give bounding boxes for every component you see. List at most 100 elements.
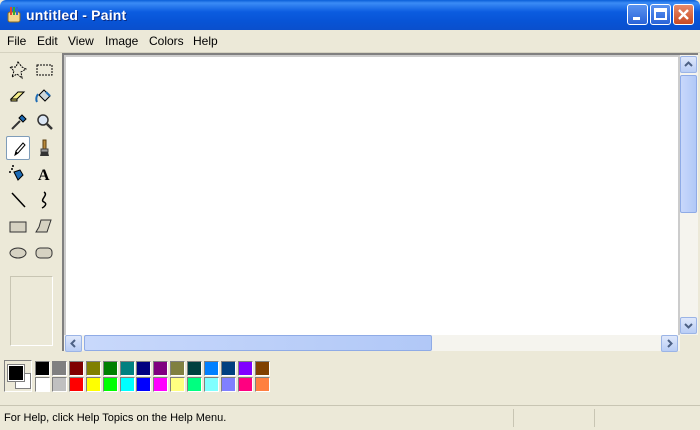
curve-icon bbox=[41, 191, 47, 209]
scroll-up-button[interactable] bbox=[680, 56, 697, 73]
magnifier-icon bbox=[37, 114, 53, 130]
scroll-down-button[interactable] bbox=[680, 317, 697, 334]
palette-swatch[interactable] bbox=[102, 377, 118, 392]
horizontal-scroll-thumb[interactable] bbox=[84, 335, 432, 351]
palette-swatch[interactable] bbox=[220, 377, 236, 392]
menu-bar: File Edit View Image Colors Help bbox=[0, 30, 700, 53]
tool-curve[interactable] bbox=[32, 188, 56, 212]
tool-polygon[interactable] bbox=[32, 214, 56, 238]
palette-swatch[interactable] bbox=[35, 361, 50, 376]
rectangle-icon bbox=[9, 221, 27, 233]
horizontal-scrollbar[interactable] bbox=[64, 335, 680, 352]
palette-swatch[interactable] bbox=[254, 361, 270, 376]
palette-swatch[interactable] bbox=[102, 361, 118, 376]
tool-line[interactable] bbox=[6, 188, 30, 212]
tool-brush[interactable] bbox=[32, 136, 56, 160]
status-pane-coordinates bbox=[513, 409, 594, 427]
palette-swatch[interactable] bbox=[204, 377, 219, 392]
menu-image[interactable]: Image bbox=[105, 34, 138, 48]
polygon-icon bbox=[35, 219, 52, 233]
title-bar[interactable]: untitled - Paint bbox=[0, 0, 700, 30]
maximize-icon bbox=[654, 8, 667, 20]
minimize-button[interactable] bbox=[627, 4, 648, 25]
tool-magnifier[interactable] bbox=[32, 110, 56, 134]
tool-color-picker[interactable] bbox=[6, 110, 30, 134]
palette-swatch[interactable] bbox=[237, 361, 253, 376]
palette-swatch[interactable] bbox=[254, 377, 270, 392]
eraser-icon bbox=[9, 91, 26, 102]
close-button[interactable] bbox=[673, 4, 694, 25]
palette-swatch[interactable] bbox=[119, 377, 135, 392]
menu-edit[interactable]: Edit bbox=[37, 34, 58, 48]
ellipse-icon bbox=[9, 247, 27, 259]
palette-swatch[interactable] bbox=[170, 377, 186, 392]
menu-help[interactable]: Help bbox=[193, 34, 218, 48]
scroll-left-button[interactable] bbox=[65, 335, 82, 352]
rectangle-select-icon bbox=[36, 64, 53, 76]
drawing-canvas[interactable] bbox=[66, 57, 678, 335]
tool-free-form-select[interactable] bbox=[6, 58, 30, 82]
palette-swatch[interactable] bbox=[220, 361, 236, 376]
tool-options-panel[interactable] bbox=[10, 276, 53, 346]
scroll-right-button[interactable] bbox=[661, 335, 678, 352]
window-title: untitled - Paint bbox=[26, 7, 127, 23]
rounded-rectangle-icon bbox=[35, 247, 53, 259]
palette-swatch[interactable] bbox=[85, 377, 101, 392]
menu-view[interactable]: View bbox=[68, 34, 94, 48]
menu-colors[interactable]: Colors bbox=[149, 34, 184, 48]
chevron-right-icon bbox=[667, 339, 673, 348]
color-picker-icon bbox=[11, 114, 27, 130]
palette-swatch[interactable] bbox=[35, 377, 50, 392]
tool-text[interactable]: A bbox=[32, 162, 56, 186]
svg-text:A: A bbox=[38, 167, 50, 184]
tool-ellipse[interactable] bbox=[6, 240, 30, 264]
status-bar: For Help, click Help Topics on the Help … bbox=[0, 405, 700, 430]
tool-eraser[interactable] bbox=[6, 84, 30, 108]
fill-bucket-icon bbox=[35, 89, 51, 103]
airbrush-icon bbox=[9, 165, 24, 181]
minimize-icon bbox=[633, 17, 640, 20]
palette-swatch[interactable] bbox=[170, 361, 186, 376]
vertical-scroll-thumb[interactable] bbox=[680, 75, 697, 213]
paint-window: untitled - Paint File Edit View Image Co… bbox=[0, 0, 700, 430]
tool-pencil[interactable] bbox=[6, 136, 30, 160]
palette-swatch[interactable] bbox=[119, 361, 135, 376]
current-colors[interactable] bbox=[4, 360, 32, 392]
chevron-up-icon bbox=[684, 61, 693, 67]
pencil-icon bbox=[14, 142, 26, 157]
palette-swatch[interactable] bbox=[187, 361, 203, 376]
palette-swatch[interactable] bbox=[136, 361, 152, 376]
tool-fill-bucket[interactable] bbox=[32, 84, 56, 108]
status-help-text: For Help, click Help Topics on the Help … bbox=[4, 412, 227, 424]
tool-rounded-rectangle[interactable] bbox=[32, 240, 56, 264]
palette-swatch[interactable] bbox=[237, 377, 253, 392]
tool-rectangle[interactable] bbox=[6, 214, 30, 238]
palette-swatch[interactable] bbox=[204, 361, 219, 376]
palette-swatch[interactable] bbox=[136, 377, 152, 392]
chevron-left-icon bbox=[70, 339, 76, 348]
palette-swatch[interactable] bbox=[68, 361, 84, 376]
palette-swatch[interactable] bbox=[153, 361, 169, 376]
menu-file[interactable]: File bbox=[7, 34, 26, 48]
scrollbar-corner bbox=[680, 335, 698, 351]
tool-airbrush[interactable] bbox=[6, 162, 30, 186]
foreground-color-swatch[interactable] bbox=[7, 364, 25, 382]
palette-swatch[interactable] bbox=[51, 361, 67, 376]
vertical-scrollbar[interactable] bbox=[680, 55, 698, 335]
chevron-down-icon bbox=[684, 323, 693, 329]
line-icon bbox=[11, 192, 26, 208]
work-area bbox=[62, 53, 698, 352]
palette-swatch[interactable] bbox=[153, 377, 169, 392]
palette-swatch[interactable] bbox=[85, 361, 101, 376]
tool-rectangle-select[interactable] bbox=[32, 58, 56, 82]
color-box bbox=[0, 352, 700, 404]
free-form-select-icon bbox=[8, 61, 28, 80]
close-icon bbox=[678, 9, 689, 20]
palette-swatch[interactable] bbox=[68, 377, 84, 392]
palette-swatch[interactable] bbox=[51, 377, 67, 392]
maximize-button[interactable] bbox=[650, 4, 671, 25]
brush-icon bbox=[40, 139, 49, 156]
palette-swatch[interactable] bbox=[187, 377, 203, 392]
paint-app-icon bbox=[7, 7, 21, 23]
tool-box: A bbox=[2, 54, 60, 351]
